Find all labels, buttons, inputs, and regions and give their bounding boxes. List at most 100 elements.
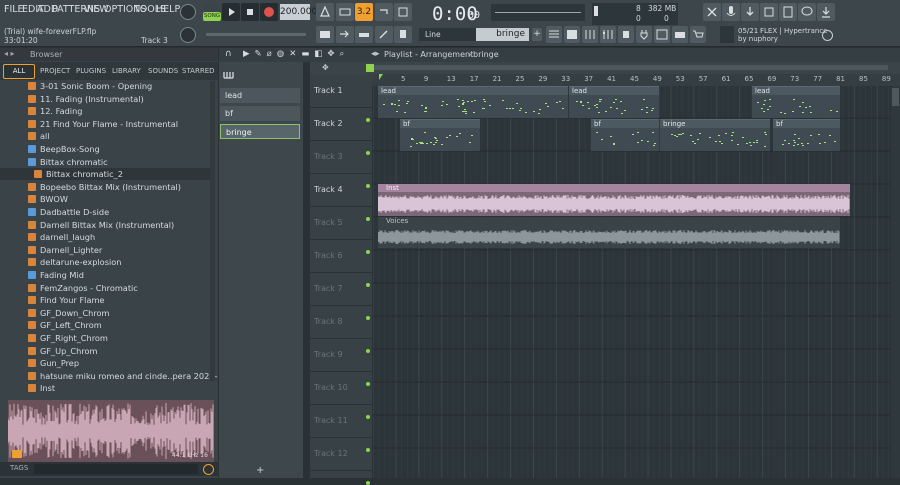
track-mute-led[interactable]: [366, 184, 370, 188]
pattern-item-lead[interactable]: lead: [220, 88, 300, 103]
tab-project[interactable]: PROJECT: [40, 67, 70, 75]
tab-sounds[interactable]: SOUNDS: [148, 67, 178, 75]
move-icon[interactable]: ✥: [322, 64, 330, 72]
vertical-scrollbar[interactable]: [891, 86, 900, 478]
track-name[interactable]: Track 3: [314, 152, 343, 161]
mixer-button[interactable]: [600, 26, 616, 43]
track-name[interactable]: Track 10: [314, 383, 348, 392]
track-mute-led[interactable]: [366, 481, 370, 485]
download-button[interactable]: [741, 3, 759, 21]
record-button[interactable]: [260, 3, 278, 21]
clip-lead-1[interactable]: lead: [378, 86, 568, 118]
browser-scrollbar[interactable]: [210, 81, 215, 381]
save-button[interactable]: [760, 3, 778, 21]
tempo-display[interactable]: 200.000: [280, 4, 317, 20]
preview-play-icon[interactable]: [12, 450, 22, 458]
playlist-grid[interactable]: lead lead lead bf bf bringe bf Inst Voic…: [373, 86, 890, 478]
track-mute-led[interactable]: [366, 448, 370, 452]
plugin-picker-button[interactable]: [636, 26, 652, 43]
browser-item[interactable]: Find Your Flame: [0, 294, 210, 306]
browser-item[interactable]: GF_Right_Chrom: [0, 332, 210, 344]
step-button[interactable]: [355, 26, 373, 43]
track-name[interactable]: Track 12: [314, 449, 348, 458]
track-mute-led[interactable]: [366, 217, 370, 221]
browser-item[interactable]: 3-01 Sonic Boom - Opening: [0, 80, 210, 92]
news-title[interactable]: FLEX | Hypertrance: [760, 27, 828, 35]
tempo-tapper-button[interactable]: [618, 26, 634, 43]
browser-item[interactable]: all: [0, 130, 210, 142]
globe-icon[interactable]: [822, 30, 833, 41]
browser-nav-icon[interactable]: ◂ ▸: [4, 49, 15, 58]
browser-item[interactable]: deltarune-explosion: [0, 256, 210, 268]
playlist-tools-icons[interactable]: ▶✎⌀◍✕▬◧✥⌕: [243, 49, 349, 59]
add-track-plus-icon[interactable]: +: [256, 465, 264, 476]
browser-item[interactable]: Darnell Bittax Mix (Instrumental): [0, 219, 210, 231]
pattern-item-bf[interactable]: bf: [220, 106, 300, 121]
tags-search-input[interactable]: [34, 464, 198, 474]
browser-item[interactable]: Inst: [0, 382, 210, 394]
stop-button[interactable]: [241, 3, 259, 21]
master-pitch-slider[interactable]: [206, 33, 306, 36]
tab-all[interactable]: ALL: [3, 64, 35, 79]
master-pitch-knob[interactable]: [180, 27, 196, 43]
loop-marker-icon[interactable]: [366, 64, 374, 72]
pattern-selector[interactable]: bringe: [476, 28, 529, 41]
browser-item[interactable]: Bopeebo Bittax Mix (Instrumental): [0, 181, 210, 193]
track-mute-led[interactable]: [366, 283, 370, 287]
song-mode-button[interactable]: SONG: [203, 12, 221, 21]
track-name[interactable]: Track 7: [314, 284, 343, 293]
tab-library[interactable]: LIBRARY: [112, 67, 141, 75]
blend-notes-button[interactable]: [394, 3, 412, 21]
clip-bf-2[interactable]: bf: [591, 119, 659, 151]
browser-item[interactable]: 21 Find Your Flame - Instrumental: [0, 118, 210, 130]
magnet-icon[interactable]: ∩: [225, 49, 232, 59]
browser-item[interactable]: FemZangos - Chromatic: [0, 282, 210, 294]
clip-bringe[interactable]: bringe: [660, 119, 770, 151]
touch-keyboard-button[interactable]: [672, 26, 688, 43]
track-name[interactable]: Track 6: [314, 251, 343, 260]
arrow-button[interactable]: [336, 26, 354, 43]
tab-starred[interactable]: STARRED: [182, 67, 215, 75]
track-mute-led[interactable]: [366, 349, 370, 353]
add-pattern-button[interactable]: +: [532, 28, 542, 41]
playhead-marker[interactable]: [379, 74, 383, 80]
browser-item[interactable]: Fading Mid: [0, 269, 210, 281]
track-name[interactable]: Track 8: [314, 317, 343, 326]
track-name[interactable]: Track 4: [314, 185, 343, 194]
shop-button[interactable]: [690, 26, 706, 43]
render-button[interactable]: [779, 3, 797, 21]
browser-item[interactable]: darnell_laugh: [0, 231, 210, 243]
browser-item[interactable]: BWOW: [0, 193, 210, 205]
pattern-clips-icon[interactable]: [223, 70, 237, 80]
browser-item[interactable]: BeepBox-Song: [0, 143, 210, 155]
browser-toggle-button[interactable]: [654, 26, 670, 43]
piano-roll-button[interactable]: [316, 26, 334, 43]
search-icon[interactable]: [203, 464, 214, 475]
piano-roll-window-button[interactable]: [564, 26, 580, 43]
channel-rack-button[interactable]: [582, 26, 598, 43]
master-volume-knob[interactable]: [180, 4, 196, 20]
mic-button[interactable]: [722, 3, 740, 21]
track-name[interactable]: Track 11: [314, 416, 348, 425]
snap-toggle[interactable]: 3.2: [355, 3, 373, 21]
track-name[interactable]: Track 2: [314, 119, 343, 128]
browser-item[interactable]: Dadbattle D-side: [0, 206, 210, 218]
stamp-button[interactable]: [394, 26, 412, 43]
track-mute-led[interactable]: [366, 151, 370, 155]
browser-item[interactable]: GF_Left_Chrom: [0, 319, 210, 331]
clip-lead-3[interactable]: lead: [752, 86, 840, 118]
playlist-scroll-strip[interactable]: ✥: [310, 62, 900, 74]
playlist-ruler[interactable]: + auto chan ent 591317212529333741454953…: [310, 74, 900, 86]
news-thumbnail[interactable]: [720, 26, 734, 43]
menu-help[interactable]: HELP: [156, 4, 180, 15]
browser-item[interactable]: hatsune miku romeo and cinde..pera 2025-…: [0, 370, 218, 382]
track-mute-led[interactable]: [366, 415, 370, 419]
browser-item[interactable]: Bittax chromatic: [0, 156, 210, 168]
browser-item[interactable]: Bittax chromatic_2: [0, 168, 210, 181]
browser-item[interactable]: 11. Fading (Instrumental): [0, 93, 210, 105]
browser-item[interactable]: GF_Up_Chrom: [0, 345, 210, 357]
clip-voices[interactable]: Voices: [378, 217, 840, 248]
play-button[interactable]: [222, 3, 240, 21]
track-name[interactable]: Track 9: [314, 350, 343, 359]
metronome-button[interactable]: [316, 3, 334, 21]
